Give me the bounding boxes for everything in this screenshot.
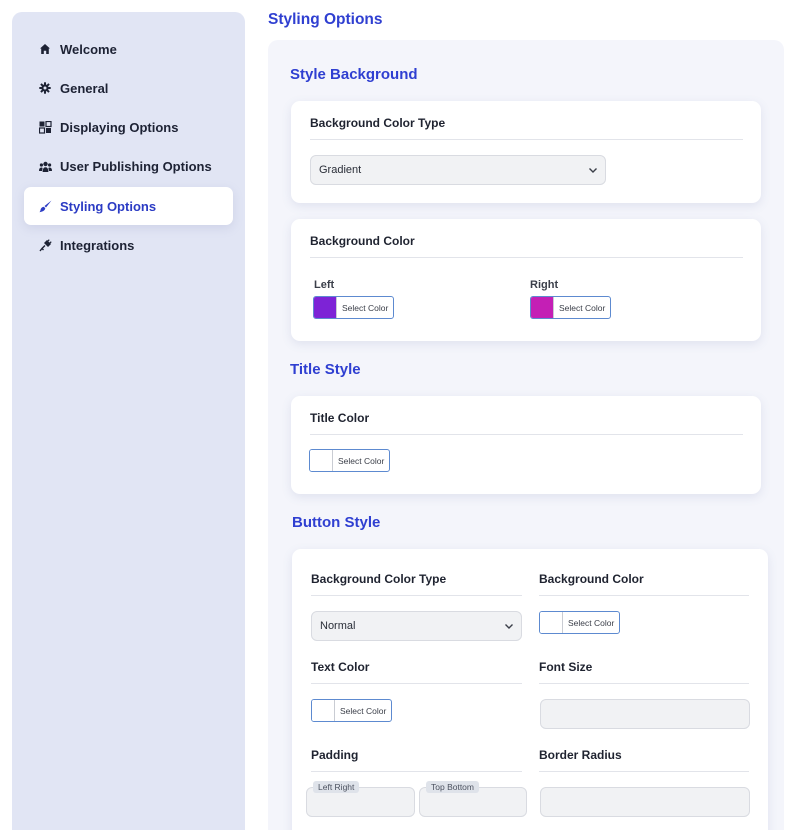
padding-left-right-tag: Left Right xyxy=(313,781,360,793)
left-color-picker[interactable]: Select Color xyxy=(313,296,395,319)
section-title-style-background: Style Background xyxy=(290,66,418,83)
sidebar-item-user-publishing-options[interactable]: User Publishing Options xyxy=(24,148,233,186)
divider xyxy=(539,683,749,684)
text-color-label: Text Color xyxy=(311,660,370,674)
padding-top-bottom-tag: Top Bottom xyxy=(426,781,479,793)
bg-color-card: Background Color Left Select Color Right… xyxy=(291,219,761,341)
page-title: Styling Options xyxy=(268,11,383,28)
bg-type-value: Gradient xyxy=(319,164,362,176)
color-swatch xyxy=(540,612,563,633)
color-swatch xyxy=(310,450,333,471)
divider xyxy=(311,683,522,684)
button-bg-color-label: Background Color xyxy=(539,572,644,586)
select-color-label: Select Color xyxy=(568,617,615,628)
border-radius-label: Border Radius xyxy=(539,748,622,762)
divider xyxy=(539,595,749,596)
select-color-label: Select Color xyxy=(340,705,387,716)
home-icon xyxy=(38,42,52,56)
right-color-picker[interactable]: Select Color xyxy=(530,296,612,319)
sidebar: Welcome General Displaying Options User … xyxy=(12,12,245,830)
button-bg-type-label: Background Color Type xyxy=(311,572,447,586)
sidebar-item-label: User Publishing Options xyxy=(60,159,212,175)
sidebar-item-label: Welcome xyxy=(60,41,117,57)
select-color-label: Select Color xyxy=(559,302,606,313)
button-bg-type-value: Normal xyxy=(320,620,356,632)
sidebar-item-label: General xyxy=(60,80,109,96)
display-icon xyxy=(38,121,52,135)
text-color-picker[interactable]: Select Color xyxy=(311,699,393,722)
font-size-input[interactable] xyxy=(540,699,750,729)
right-color-label: Right xyxy=(530,279,559,291)
sidebar-item-general[interactable]: General xyxy=(24,69,233,107)
bg-color-label: Background Color xyxy=(310,234,415,248)
gear-icon xyxy=(38,81,52,95)
sidebar-item-label: Integrations xyxy=(60,237,135,253)
divider xyxy=(311,595,522,596)
title-color-picker[interactable]: Select Color xyxy=(309,449,391,472)
sidebar-item-label: Styling Options xyxy=(60,198,157,214)
button-bg-type-select[interactable]: Normal xyxy=(311,611,522,641)
button-style-card: Background Color Type Normal Background … xyxy=(292,549,768,830)
padding-label: Padding xyxy=(311,748,359,762)
border-radius-input[interactable] xyxy=(540,787,750,817)
left-color-label: Left xyxy=(314,279,335,291)
divider xyxy=(310,434,743,435)
divider xyxy=(310,257,743,258)
select-color-label: Select Color xyxy=(342,302,389,313)
sidebar-item-label: Displaying Options xyxy=(60,120,179,136)
bg-type-card: Background Color Type Gradient xyxy=(291,101,761,203)
select-color-label: Select Color xyxy=(338,455,385,466)
sidebar-item-integrations[interactable]: Integrations xyxy=(24,226,233,264)
divider xyxy=(539,771,749,772)
chevron-down-icon xyxy=(503,620,515,632)
bg-type-label: Background Color Type xyxy=(310,116,446,130)
chevron-down-icon xyxy=(587,164,599,176)
font-size-label: Font Size xyxy=(539,660,593,674)
bg-type-select[interactable]: Gradient xyxy=(310,155,606,185)
color-swatch xyxy=(314,297,337,318)
divider xyxy=(310,139,743,140)
title-color-label: Title Color xyxy=(310,411,370,425)
sidebar-item-welcome[interactable]: Welcome xyxy=(24,30,233,68)
brush-icon xyxy=(38,199,52,213)
plug-icon xyxy=(38,238,52,252)
title-color-card: Title Color Select Color xyxy=(291,396,761,494)
sidebar-item-displaying-options[interactable]: Displaying Options xyxy=(24,109,233,147)
button-bg-color-picker[interactable]: Select Color xyxy=(539,611,621,634)
sidebar-item-styling-options[interactable]: Styling Options xyxy=(24,187,233,226)
section-title-button-style: Button Style xyxy=(292,514,381,531)
section-title-title-style: Title Style xyxy=(290,361,361,378)
color-swatch xyxy=(312,700,335,721)
users-icon xyxy=(38,160,52,174)
color-swatch xyxy=(531,297,554,318)
divider xyxy=(311,771,522,772)
